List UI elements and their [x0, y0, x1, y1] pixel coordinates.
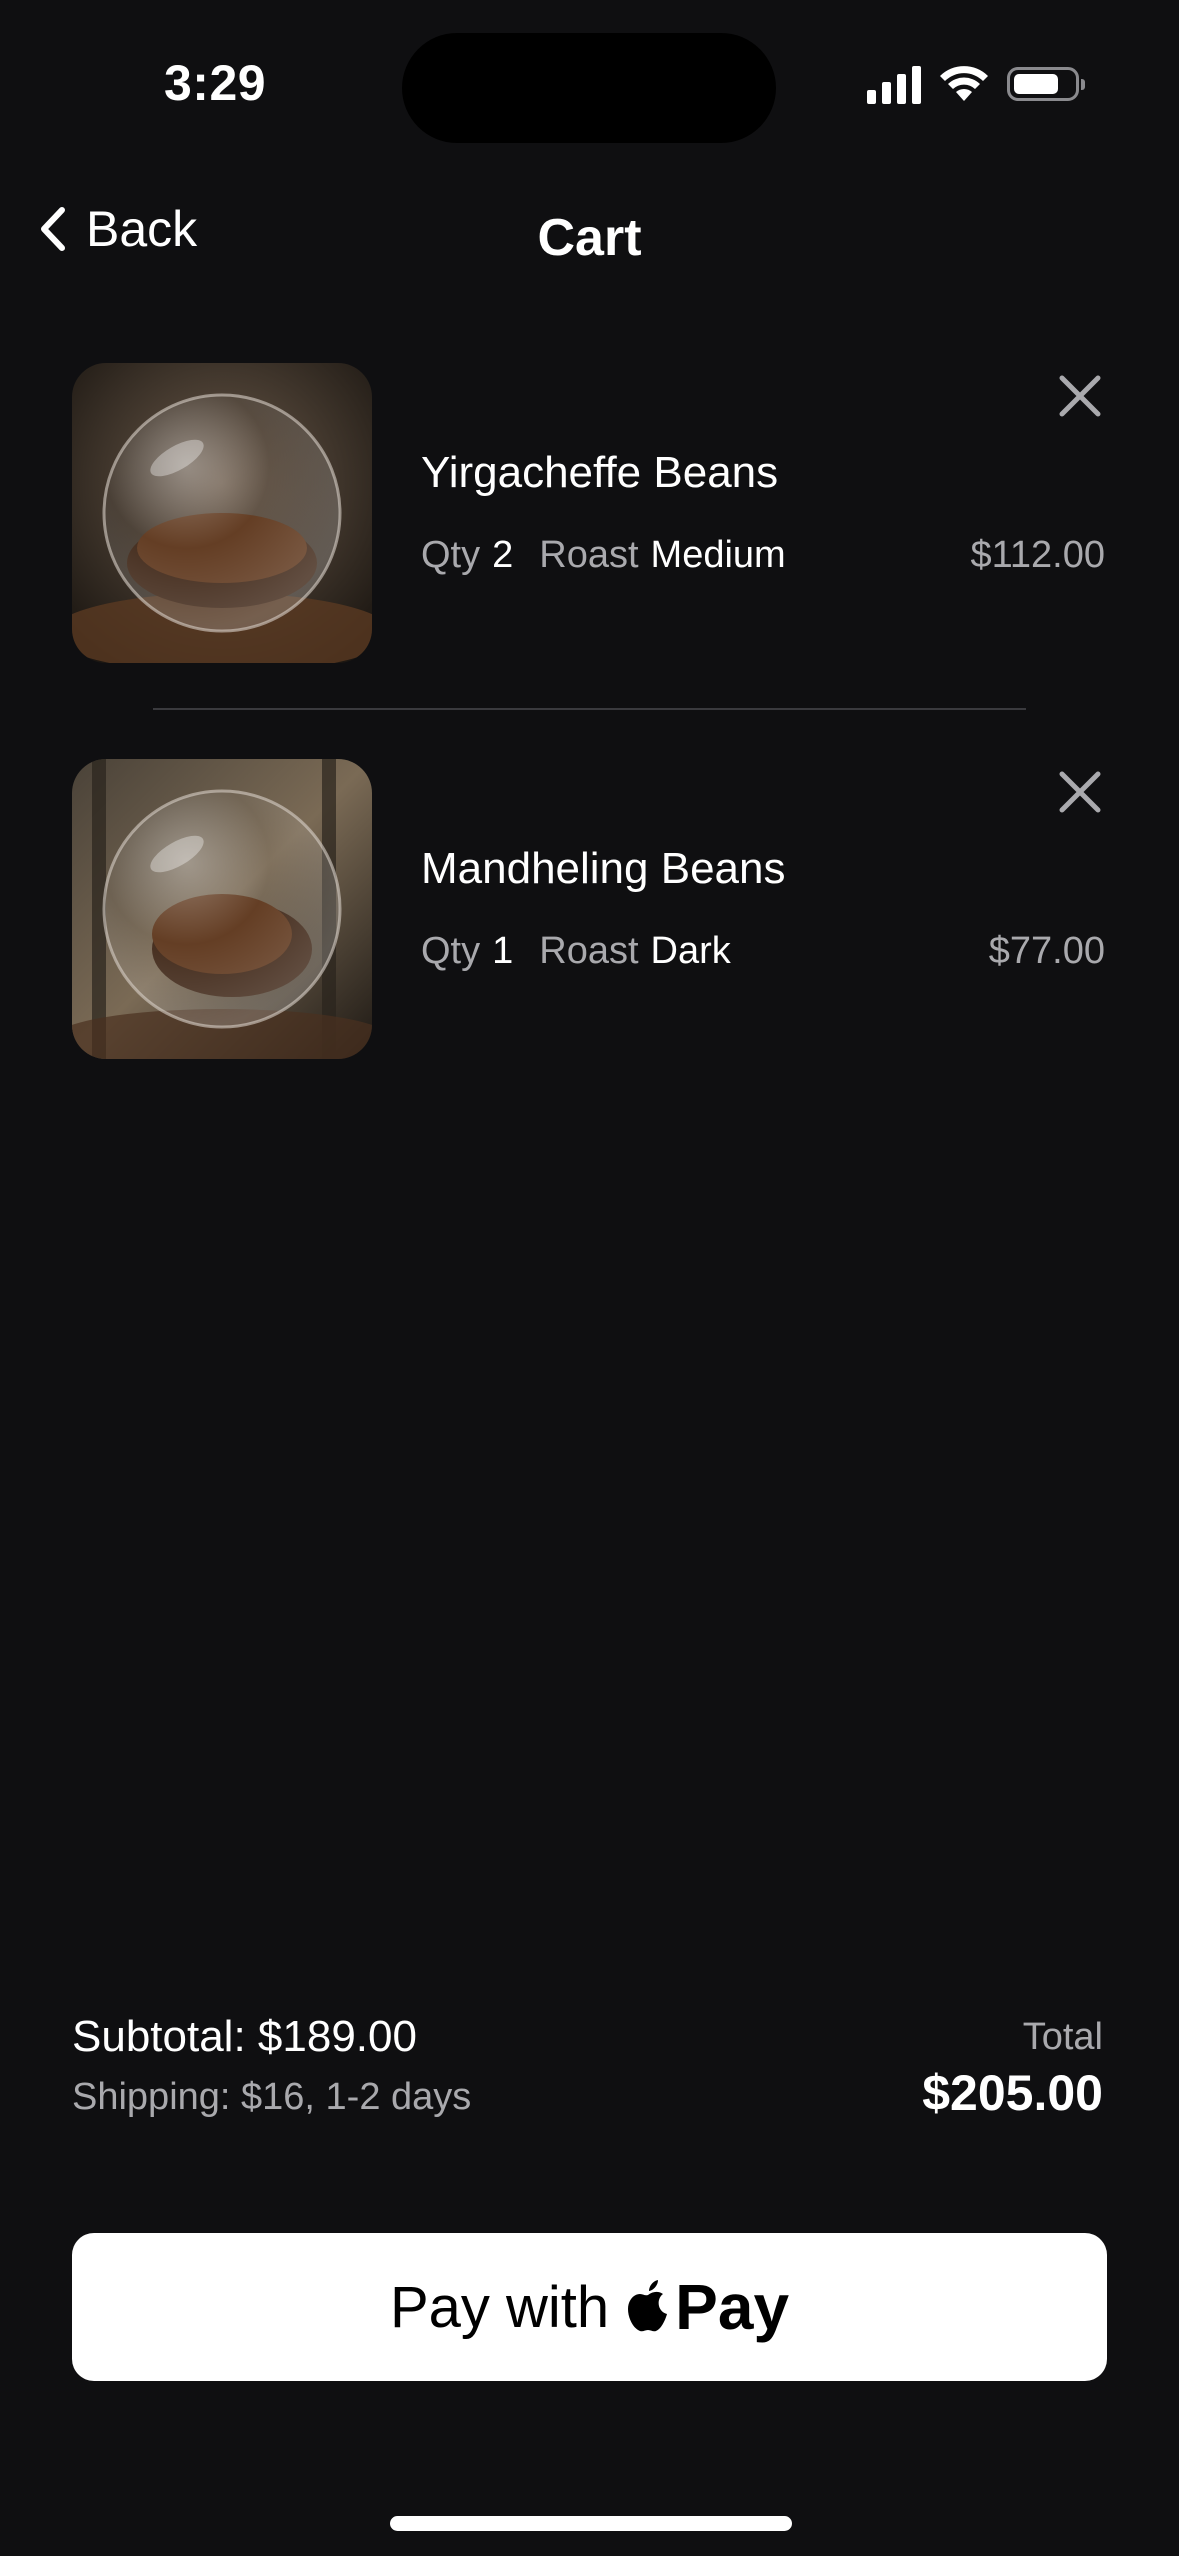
apple-pay-button[interactable]: Pay with Pay [72, 2233, 1107, 2381]
apple-logo-icon [628, 2280, 668, 2332]
roast-label: Roast [539, 534, 639, 576]
item-name: Mandheling Beans [421, 844, 786, 893]
shipping-info: Shipping: $16, 1-2 days [72, 2076, 472, 2118]
qty-value: 1 [492, 930, 514, 972]
roast-value: Medium [650, 534, 786, 576]
qty-label: Qty [421, 930, 481, 972]
total-value: $205.00 [922, 2065, 1103, 2121]
qty-label: Qty [421, 534, 481, 576]
item-divider [153, 708, 1026, 710]
remove-item-button[interactable] [1056, 372, 1104, 420]
close-icon [1059, 771, 1101, 813]
wifi-icon [940, 66, 988, 101]
apple-pay-text: Pay [675, 2271, 790, 2343]
page-title: Cart [537, 209, 642, 267]
total-label: Total [1022, 2016, 1103, 2058]
item-name: Yirgacheffe Beans [421, 448, 779, 497]
apple-pay-mark: Pay [625, 2270, 789, 2344]
item-price: $112.00 [970, 534, 1105, 576]
remove-item-button[interactable] [1056, 768, 1104, 816]
roast-label: Roast [539, 930, 639, 972]
status-time: 3:29 [164, 55, 267, 111]
item-price: $77.00 [988, 930, 1105, 972]
pay-button-label: Pay with [389, 2274, 610, 2340]
item-meta: Qty 2 Roast Medium [421, 534, 800, 577]
product-image-mandheling[interactable] [72, 759, 372, 1059]
roast-value: Dark [650, 930, 731, 972]
subtotal: Subtotal: $189.00 [72, 2012, 417, 2061]
status-icons [867, 64, 1085, 104]
cellular-signal-icon [867, 64, 921, 104]
battery-icon [1007, 67, 1085, 101]
home-indicator[interactable] [390, 2516, 792, 2531]
close-icon [1059, 375, 1101, 417]
dynamic-island [402, 33, 776, 143]
product-image-yirgacheffe[interactable] [72, 363, 372, 663]
item-meta: Qty 1 Roast Dark [421, 930, 745, 973]
qty-value: 2 [492, 534, 514, 576]
